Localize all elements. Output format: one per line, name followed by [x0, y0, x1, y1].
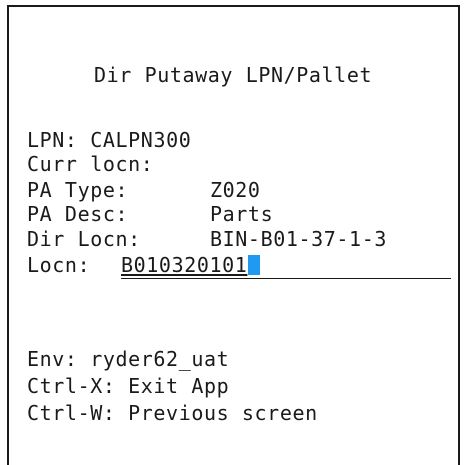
- lpn-value: CALPN300: [90, 128, 192, 152]
- pa-desc-value: Parts: [210, 202, 274, 226]
- pa-type-value: Z020: [210, 178, 261, 202]
- lpn-label: LPN:: [27, 128, 78, 152]
- dir-locn-value: BIN-B01-37-1-3: [210, 227, 387, 251]
- pa-type-label: PA Type:: [27, 178, 129, 202]
- env-info: Env: ryder62_uat: [27, 347, 230, 371]
- screen-title: Dir Putaway LPN/Pallet: [94, 63, 373, 87]
- curr-locn-label: Curr locn:: [27, 152, 154, 176]
- curr-locn-row: Curr locn:: [27, 152, 153, 176]
- dir-locn-label: Dir Locn:: [27, 227, 141, 251]
- locn-input-value: B010320101: [121, 253, 248, 277]
- pa-desc-label: PA Desc:: [27, 202, 129, 226]
- previous-screen-hint: Ctrl-W: Previous screen: [27, 401, 318, 425]
- dir-locn-row: Dir Locn: BIN-B01-37-1-3: [27, 227, 387, 251]
- pa-type-row: PA Type: Z020: [27, 178, 261, 202]
- locn-label: Locn:: [27, 253, 91, 277]
- exit-app-hint: Ctrl-X: Exit App: [27, 374, 230, 398]
- pa-desc-row: PA Desc: Parts: [27, 202, 273, 226]
- lpn-row: LPN: CALPN300: [27, 128, 191, 152]
- locn-row: Locn: B010320101: [27, 253, 452, 279]
- text-cursor: [248, 255, 261, 275]
- terminal-screen: Dir Putaway LPN/Pallet LPN: CALPN300 Cur…: [7, 5, 460, 465]
- locn-input[interactable]: B010320101: [121, 253, 451, 279]
